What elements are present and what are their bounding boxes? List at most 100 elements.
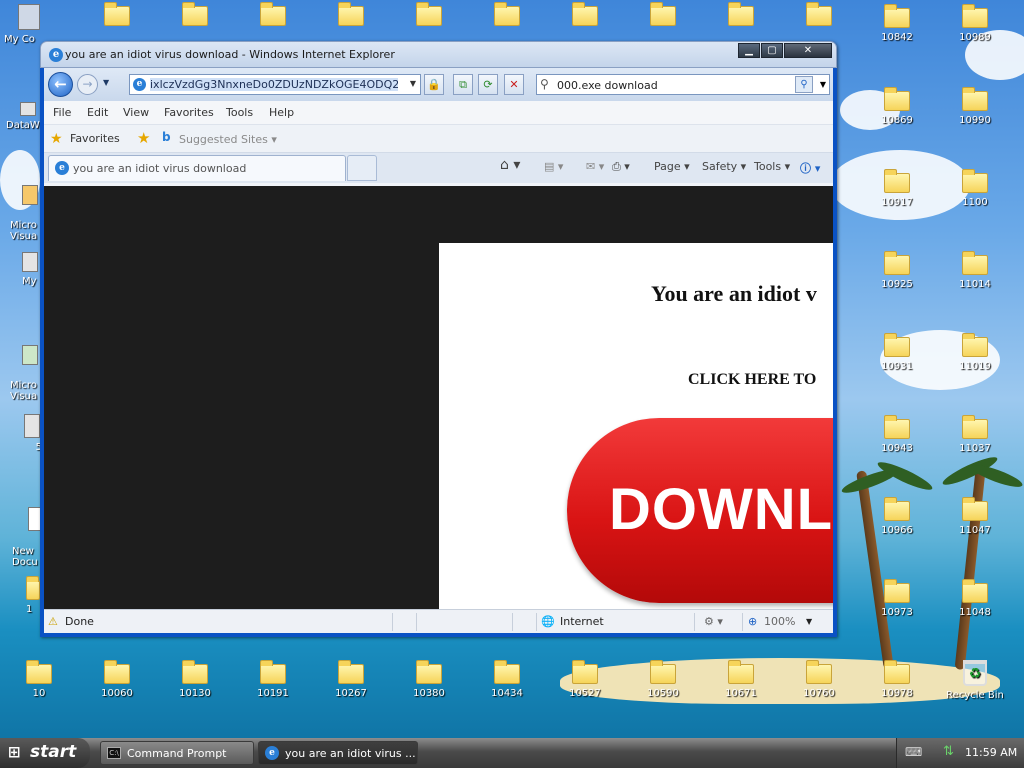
desktop-folder[interactable] [316, 2, 386, 30]
favorites-bar: ★ Favorites ★ b Suggested Sites ▾ [44, 125, 833, 153]
desktop-folder[interactable]: 10842 [862, 4, 932, 43]
desktop-folder[interactable] [628, 2, 698, 30]
refresh-button[interactable]: ⟳ [478, 74, 498, 95]
recent-pages-dropdown[interactable]: ▼ [103, 78, 109, 87]
menu-view[interactable]: View [123, 106, 149, 119]
address-dropdown[interactable]: ▼ [410, 79, 416, 88]
desktop-folder[interactable]: 10267 [316, 660, 386, 699]
status-bar: ⚠ Done 🌐 Internet ⚙ ▾ ⊕ 100% ▼ [44, 609, 833, 633]
desktop-folder[interactable] [238, 2, 308, 30]
desktop-folder[interactable]: 11048 [940, 579, 1010, 618]
address-bar[interactable]: e ixlczVzdGg3NnxneDo0ZDUzNDZkOGE4ODQ2YjV… [129, 74, 421, 95]
taskbar-item-command-prompt[interactable]: C:\ Command Prompt [100, 741, 254, 765]
title-bar[interactable]: e you are an idiot virus download - Wind… [40, 41, 837, 68]
menu-tools[interactable]: Tools [226, 106, 253, 119]
folder-icon [494, 2, 520, 26]
desktop-folder[interactable]: 10760 [784, 660, 854, 699]
desktop-folder[interactable]: 11047 [940, 497, 1010, 536]
desktop-folder[interactable]: 10973 [862, 579, 932, 618]
help-icon[interactable]: ⓘ ▾ [800, 160, 820, 176]
desktop-folder[interactable]: 10990 [940, 87, 1010, 126]
desktop-icon[interactable]: My [22, 252, 42, 287]
close-button[interactable]: ✕ [784, 43, 832, 58]
desktop-folder[interactable]: 10943 [862, 415, 932, 454]
address-input[interactable]: ixlczVzdGg3NnxneDo0ZDUzNDZkOGE4ODQ2YjVj [150, 78, 398, 91]
compatibility-view-button[interactable]: ⧉ [453, 74, 473, 95]
page-call-to-action[interactable]: CLICK HERE TO [688, 371, 816, 389]
desktop-folder[interactable]: 1100 [940, 169, 1010, 208]
desktop-folder[interactable]: 10978 [862, 660, 932, 699]
desktop-folder[interactable] [550, 2, 620, 30]
desktop-folder[interactable]: 10931 [862, 333, 932, 372]
menu-file[interactable]: File [53, 106, 71, 119]
lock-icon[interactable]: 🔒 [424, 74, 444, 95]
network-icon[interactable]: ⇅ [943, 744, 954, 759]
zoom-dropdown[interactable]: ▼ [806, 617, 812, 626]
feeds-icon[interactable]: ▤ ▾ [544, 160, 563, 173]
desktop-folder[interactable]: 10380 [394, 660, 464, 699]
favorites-button[interactable]: Favorites [70, 132, 120, 145]
desktop-folder[interactable] [82, 2, 152, 30]
desktop-folder[interactable]: 10527 [550, 660, 620, 699]
desktop-folder[interactable]: 10671 [706, 660, 776, 699]
desktop-folder[interactable]: 11019 [940, 333, 1010, 372]
recycle-bin[interactable]: ♻ Recycle Bin [940, 660, 1010, 701]
desktop-icon[interactable]: My Co [4, 4, 44, 45]
search-input[interactable]: 000.exe download [557, 79, 658, 92]
home-icon[interactable]: ⌂ ▾ [500, 157, 520, 173]
desktop-folder[interactable]: 10434 [472, 660, 542, 699]
tab-active[interactable]: e you are an idiot virus download [48, 155, 346, 181]
desktop-folder[interactable]: 11037 [940, 415, 1010, 454]
divider [392, 613, 393, 631]
taskbar-item-internet-explorer[interactable]: e you are an idiot virus ... [258, 741, 418, 765]
maximize-button[interactable]: ▢ [761, 43, 783, 58]
search-options-dropdown[interactable]: ▼ [820, 80, 826, 89]
desktop-folder[interactable]: 10925 [862, 251, 932, 290]
desktop-folder[interactable] [706, 2, 776, 30]
desktop-icon[interactable]: DataW [6, 102, 42, 131]
desktop-folder[interactable]: 10590 [628, 660, 698, 699]
web-page-viewport: You are an idiot v CLICK HERE TO DOWNLO [44, 186, 833, 632]
download-button[interactable]: DOWNLO [567, 418, 833, 603]
desktop-folder[interactable]: 11014 [940, 251, 1010, 290]
add-to-favorites-bar-icon[interactable]: ★ [137, 129, 150, 147]
menu-help[interactable]: Help [269, 106, 294, 119]
search-button[interactable]: ⚲ [795, 76, 813, 93]
desktop-icon[interactable]: New Docu [12, 496, 42, 568]
desktop-folder[interactable]: 10869 [862, 87, 932, 126]
desktop-folder[interactable] [160, 2, 230, 30]
folder-icon [260, 2, 286, 26]
desktop-folder[interactable]: 10130 [160, 660, 230, 699]
forward-button[interactable]: → [77, 74, 98, 95]
back-button[interactable]: ← [48, 72, 73, 97]
search-box[interactable]: ⚲ 000.exe download ⚲ ▼ [536, 74, 830, 95]
menu-favorites[interactable]: Favorites [164, 106, 214, 119]
protected-mode-icon[interactable]: ⚙ ▾ [704, 615, 723, 628]
desktop-folder[interactable] [472, 2, 542, 30]
desktop-folder[interactable]: 10966 [862, 497, 932, 536]
desktop-folder[interactable]: 10917 [862, 169, 932, 208]
desktop-icon[interactable]: Micro Visua [10, 334, 42, 402]
desktop-icon-label: New Docu [12, 546, 38, 568]
minimize-button[interactable]: ▁ [738, 43, 760, 58]
stop-button[interactable]: ✕ [504, 74, 524, 95]
desktop-folder[interactable]: 10 [4, 660, 74, 699]
tools-menu[interactable]: Tools ▾ [754, 160, 790, 173]
desktop-folder[interactable]: 10191 [238, 660, 308, 699]
desktop-folder[interactable]: 10989 [940, 4, 1010, 43]
safety-menu[interactable]: Safety ▾ [702, 160, 746, 173]
desktop-folder[interactable]: 10060 [82, 660, 152, 699]
keyboard-icon[interactable]: ⌨ [905, 745, 922, 759]
desktop-folder[interactable] [394, 2, 464, 30]
suggested-sites-button[interactable]: Suggested Sites ▾ [179, 133, 277, 146]
new-tab-button[interactable] [347, 155, 377, 181]
desktop-folder[interactable] [784, 2, 854, 30]
folder-icon [572, 660, 598, 684]
menu-edit[interactable]: Edit [87, 106, 108, 119]
mail-icon[interactable]: ✉ ▾ [586, 160, 604, 173]
desktop-icon[interactable]: Micro Visua [10, 174, 42, 242]
start-button[interactable]: ⊞ start [0, 738, 90, 768]
print-icon[interactable]: ⎙ ▾ [612, 160, 630, 174]
zoom-level[interactable]: 100% [764, 615, 795, 628]
page-menu[interactable]: Page ▾ [654, 160, 690, 173]
